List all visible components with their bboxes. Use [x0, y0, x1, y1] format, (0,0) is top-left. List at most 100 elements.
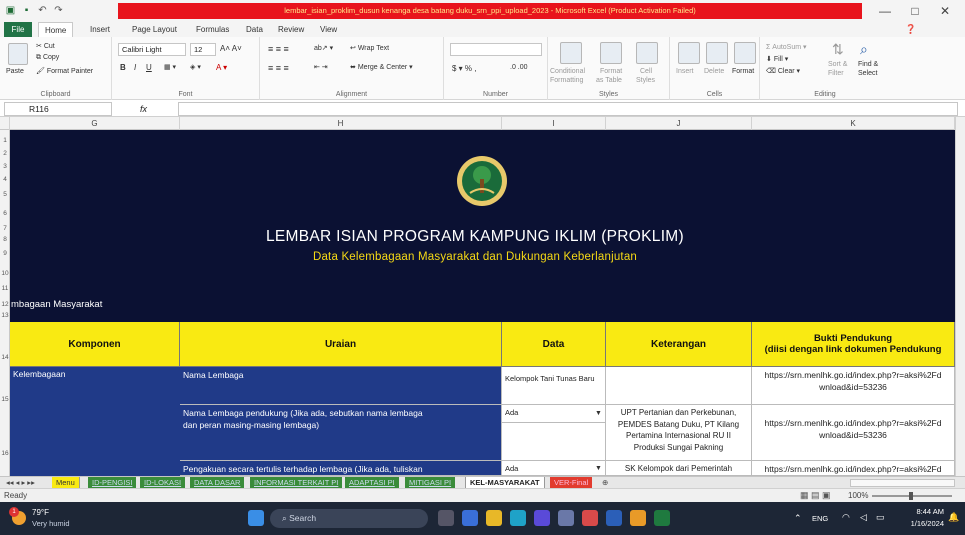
- tab-page-layout[interactable]: Page Layout: [126, 22, 183, 37]
- row-header[interactable]: 13: [0, 312, 10, 319]
- sort-filter-button[interactable]: Sort &: [828, 61, 847, 68]
- tab-data[interactable]: Data: [240, 22, 269, 37]
- name-box[interactable]: R116: [4, 102, 112, 116]
- view-buttons-icon[interactable]: ▦ ▤ ▣: [800, 490, 831, 501]
- tab-formulas[interactable]: Formulas: [190, 22, 235, 37]
- number-format-select[interactable]: [450, 43, 542, 56]
- language-indicator[interactable]: ENG: [812, 514, 828, 523]
- row-header[interactable]: 15: [0, 396, 10, 403]
- row-header[interactable]: 6: [0, 210, 10, 217]
- wifi-icon[interactable]: ◠: [842, 512, 850, 523]
- taskbar-search[interactable]: ⌕ Search: [270, 509, 428, 528]
- undo-icon[interactable]: ↶: [36, 4, 49, 17]
- row-header[interactable]: 7: [0, 225, 10, 232]
- row-header[interactable]: 5: [0, 191, 10, 198]
- chrome-icon[interactable]: [630, 510, 646, 526]
- format-as-table-button[interactable]: Format: [600, 68, 622, 75]
- redo-icon[interactable]: ↷: [52, 4, 65, 17]
- row-header[interactable]: 16: [0, 450, 10, 457]
- tab-view[interactable]: View: [314, 22, 343, 37]
- bukti-link[interactable]: https://srn.menlhk.go.id/index.php?r=aks…: [755, 417, 951, 429]
- bukti-cell[interactable]: https://srn.menlhk.go.id/index.php?r=aks…: [752, 461, 955, 476]
- row-header[interactable]: 3: [0, 163, 10, 170]
- format-painter-button[interactable]: 🖌 Format Painter: [36, 67, 93, 75]
- volume-icon[interactable]: ◁: [860, 512, 867, 523]
- cell-styles-button[interactable]: Cell: [640, 68, 652, 75]
- row-header[interactable]: 12: [0, 301, 10, 308]
- merge-center-button[interactable]: ⬌ Merge & Center ▾: [350, 63, 413, 71]
- tab-review[interactable]: Review: [272, 22, 310, 37]
- borders-icon[interactable]: ▦ ▾: [164, 63, 176, 71]
- keterangan-cell[interactable]: [606, 367, 752, 405]
- row-header[interactable]: 11: [0, 285, 10, 292]
- horizontal-scrollbar[interactable]: [850, 479, 955, 487]
- clock-time[interactable]: 8:44 AM: [900, 507, 944, 516]
- indent-icon[interactable]: ⇤ ⇥: [314, 63, 328, 71]
- maximize-button[interactable]: □: [902, 2, 928, 20]
- decimal-icon[interactable]: .0 .00: [510, 64, 528, 71]
- copy-button[interactable]: ⧉ Copy: [36, 54, 59, 62]
- powerpoint-icon[interactable]: [582, 510, 598, 526]
- close-button[interactable]: ✕: [932, 2, 958, 20]
- bukti-cell[interactable]: https://srn.menlhk.go.id/index.php?r=aks…: [752, 367, 955, 405]
- chat-icon[interactable]: [462, 510, 478, 526]
- formula-input[interactable]: [178, 102, 958, 116]
- edge-icon[interactable]: [510, 510, 526, 526]
- save-icon[interactable]: ▪: [20, 4, 33, 17]
- column-header-j[interactable]: J: [606, 117, 752, 130]
- uraian-cell[interactable]: Nama Lembaga pendukung (Jika ada, sebutk…: [180, 405, 502, 461]
- conditional-formatting-icon[interactable]: [560, 42, 582, 64]
- fill-button[interactable]: ⬇ Fill ▾: [766, 55, 788, 63]
- zoom-slider-thumb[interactable]: [909, 492, 913, 500]
- format-as-table-icon[interactable]: [600, 42, 622, 64]
- paste-button[interactable]: Paste: [6, 68, 24, 75]
- tray-chevron-icon[interactable]: ⌃: [794, 513, 802, 524]
- currency-button[interactable]: $ ▾ % ,: [452, 64, 477, 73]
- minimize-button[interactable]: —: [872, 2, 898, 20]
- orientation-icon[interactable]: ab↗ ▾: [314, 44, 333, 52]
- italic-button[interactable]: I: [134, 63, 136, 72]
- clock-date[interactable]: 1/16/2024: [900, 519, 944, 528]
- column-header-k[interactable]: K: [752, 117, 955, 130]
- cut-button[interactable]: ✂ Cut: [36, 42, 55, 50]
- bukti-link[interactable]: https://srn.menlhk.go.id/index.php?r=aks…: [755, 369, 951, 381]
- find-select-button[interactable]: Find &: [858, 61, 878, 68]
- zoom-level[interactable]: 100%: [848, 491, 868, 500]
- battery-icon[interactable]: ▭: [876, 512, 885, 523]
- font-name-select[interactable]: Calibri Light: [118, 43, 186, 56]
- app-icon[interactable]: [558, 510, 574, 526]
- tab-insert[interactable]: Insert: [84, 22, 116, 37]
- tab-home[interactable]: Home: [38, 22, 74, 37]
- underline-button[interactable]: U: [146, 63, 152, 72]
- conditional-formatting-button[interactable]: Conditional: [550, 68, 585, 75]
- dropdown-arrow-icon[interactable]: ▼: [594, 409, 603, 418]
- insert-cells-icon[interactable]: [678, 42, 700, 64]
- file-explorer-icon[interactable]: [486, 510, 502, 526]
- fill-color-icon[interactable]: ◈ ▾: [190, 63, 201, 71]
- tab-file[interactable]: File: [4, 22, 32, 37]
- align-top-icon[interactable]: ≡ ≡ ≡: [268, 44, 289, 54]
- align-left-icon[interactable]: ≡ ≡ ≡: [268, 63, 289, 73]
- bold-button[interactable]: B: [120, 63, 126, 72]
- keterangan-cell[interactable]: UPT Pertanian dan Perkebunan, PEMDES Bat…: [606, 405, 752, 461]
- windows-start-icon[interactable]: [248, 510, 264, 526]
- row-header[interactable]: 8: [0, 236, 10, 243]
- excel-icon[interactable]: [654, 510, 670, 526]
- data-dropdown[interactable]: Ada: [502, 405, 606, 423]
- data-cell-empty[interactable]: [502, 423, 606, 461]
- select-all-corner[interactable]: [0, 117, 10, 130]
- clear-button[interactable]: ⌫ Clear ▾: [766, 67, 800, 75]
- row-header[interactable]: 2: [0, 150, 10, 157]
- paste-icon[interactable]: [8, 43, 28, 65]
- row-header[interactable]: 1: [0, 137, 10, 144]
- uraian-cell[interactable]: Pengakuan secara tertulis terhadap lemba…: [180, 461, 502, 476]
- column-header-h[interactable]: H: [180, 117, 502, 130]
- help-icon[interactable]: ❓: [905, 24, 916, 35]
- wrap-text-button[interactable]: ↩ Wrap Text: [350, 44, 389, 52]
- row-header[interactable]: 10: [0, 270, 10, 277]
- font-color-icon[interactable]: A ▾: [216, 63, 227, 72]
- task-view-icon[interactable]: [438, 510, 454, 526]
- bukti-cell[interactable]: https://srn.menlhk.go.id/index.php?r=aks…: [752, 405, 955, 461]
- data-cell[interactable]: Kelompok Tani Tunas Baru: [502, 367, 606, 405]
- word-icon[interactable]: [606, 510, 622, 526]
